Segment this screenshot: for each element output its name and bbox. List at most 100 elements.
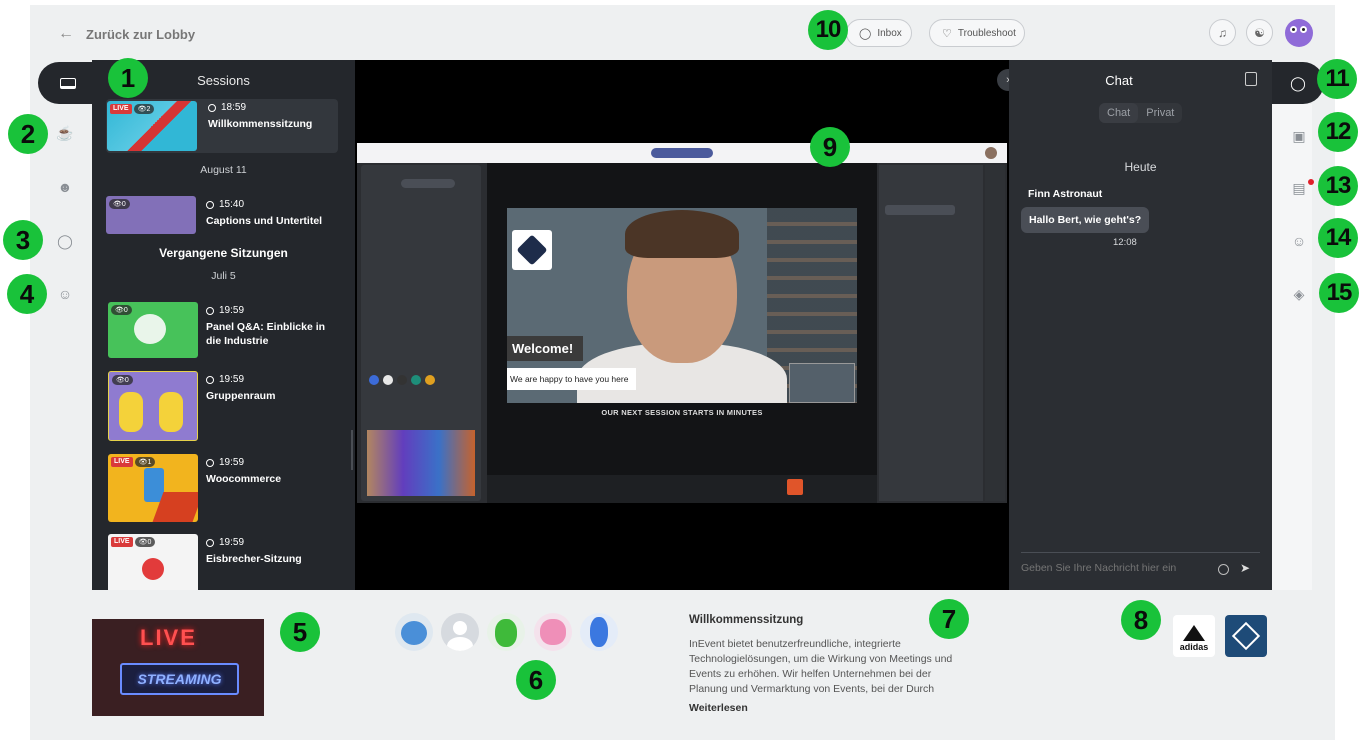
language-globe-icon[interactable]: ☯ <box>1246 19 1273 46</box>
past-sessions-heading: Vergangene Sitzungen <box>159 246 288 260</box>
embedded-right-rail <box>985 165 1005 501</box>
group-icon[interactable]: ☺ <box>1284 226 1314 256</box>
session-about-text: InEvent bietet benutzerfreundliche, inte… <box>689 638 953 695</box>
person-placeholder-head <box>453 621 467 635</box>
session-card[interactable]: 👁0 19:59 Panel Q&A: Einblicke in die Ind… <box>102 302 337 362</box>
sessions-scrollbar[interactable] <box>351 430 353 470</box>
stop-stream-icon <box>787 479 803 495</box>
clock-icon <box>206 375 214 384</box>
tab-chat[interactable]: Chat <box>1099 103 1139 123</box>
notifications-bell-icon[interactable]: ♫ <box>1209 19 1236 46</box>
chat-bubbles-icon: ◯ <box>1290 74 1306 91</box>
embedded-color-swatches <box>369 375 379 385</box>
presenter-icon[interactable]: ▣ <box>1284 121 1314 151</box>
session-time: 19:59 <box>206 305 244 316</box>
embedded-tabs <box>401 179 455 188</box>
embedded-avatar <box>985 147 997 159</box>
session-card[interactable]: LIVE 👁0 19:59 Eisbrecher-Sitzung <box>102 534 337 590</box>
arrow-left-icon: ← <box>58 25 74 42</box>
user-avatar[interactable] <box>1285 19 1313 47</box>
date-label-upcoming: August 11 <box>200 164 247 176</box>
session-thumbnail: 👁0 <box>108 302 198 358</box>
date-label-past: Juli 5 <box>211 270 236 282</box>
chat-timestamp: 12:08 <box>1113 237 1137 248</box>
character-graphic <box>142 558 164 580</box>
viewer-count: 👁0 <box>134 537 156 547</box>
globe-icon[interactable]: ◯ <box>50 226 80 256</box>
group-icon[interactable]: ☺ <box>50 279 80 309</box>
clock-icon <box>206 458 214 467</box>
participant-avatar[interactable] <box>534 613 572 651</box>
overlay-subtitle: We are happy to have you here <box>507 368 637 390</box>
clock-icon <box>206 538 214 547</box>
marker-4: 4 <box>7 274 47 314</box>
picture-in-picture <box>789 363 855 403</box>
chat-day-label: Heute <box>1124 160 1157 174</box>
poll-icon[interactable]: ▤ <box>1284 173 1314 203</box>
rail-item-chat[interactable]: ◯ <box>1272 62 1324 104</box>
inbox-button[interactable]: ◯ Inbox <box>846 19 912 47</box>
session-thumbnail: 👁0 <box>106 196 196 234</box>
chat-message-input[interactable] <box>1021 562 1211 574</box>
read-more-link[interactable]: Weiterlesen <box>689 702 748 714</box>
troubleshoot-label: Troubleshoot <box>957 27 1016 39</box>
sponsor-logo-inevent[interactable] <box>1225 615 1267 657</box>
embedded-studio-sidebar <box>361 165 481 501</box>
session-time: 18:59 <box>208 102 246 113</box>
live-badge: LIVE <box>110 104 132 114</box>
session-name: Willkommenssitzung <box>208 118 313 130</box>
sponsor-name: adidas <box>1179 642 1209 652</box>
rail-item-sessions[interactable] <box>38 62 98 104</box>
viewer-count: 👁0 <box>112 375 133 385</box>
layers-icon[interactable]: ◈ <box>1284 279 1314 309</box>
back-to-lobby-link[interactable]: ← Zurück zur Lobby <box>58 25 195 43</box>
adidas-stripes-icon <box>1183 625 1205 641</box>
session-name: Woocommerce <box>206 473 282 485</box>
marker-8: 8 <box>1121 600 1161 640</box>
heart-pulse-icon: ♡ <box>942 27 952 40</box>
session-time: 19:59 <box>206 537 244 548</box>
participant-avatar[interactable] <box>580 613 618 651</box>
sessions-panel: Sessions LIVE 👁2 18:59 Willkommenssitzun… <box>92 60 355 590</box>
document-icon[interactable] <box>1245 72 1257 86</box>
marker-5: 5 <box>280 612 320 652</box>
person-placeholder-body <box>447 637 473 651</box>
neon-live-text: LIVE <box>140 625 197 650</box>
green-monster-graphic <box>495 619 517 647</box>
participant-avatar[interactable] <box>395 613 433 651</box>
session-about-title: Willkommenssitzung <box>689 614 804 626</box>
embedded-chat <box>879 165 983 501</box>
embedded-studio: Welcome! We are happy to have you here O… <box>357 163 1007 503</box>
session-name: Captions und Untertitel <box>206 215 323 227</box>
marker-1: 1 <box>108 58 148 98</box>
session-card-current[interactable]: LIVE 👁2 18:59 Willkommenssitzung <box>106 99 338 153</box>
troubleshoot-button[interactable]: ♡ Troubleshoot <box>929 19 1025 47</box>
video-player[interactable]: Recording Welcome! We are happy to have … <box>355 60 1009 590</box>
session-card[interactable]: LIVE 👁1 19:59 Woocommerce <box>102 454 337 522</box>
embedded-stage: Welcome! We are happy to have you here O… <box>487 163 877 503</box>
coffee-icon[interactable]: ☕ <box>50 118 80 148</box>
notification-dot <box>1308 179 1314 185</box>
session-thumbnail: LIVE 👁1 <box>108 454 198 522</box>
participant-avatar[interactable] <box>441 613 479 651</box>
pink-monster-graphic <box>540 619 566 645</box>
clock-icon <box>208 103 216 112</box>
chat-tabs: Chat Privat <box>1099 103 1183 123</box>
session-thumbnail: LIVE 👁2 <box>107 101 197 151</box>
chat-bubble-graphic <box>134 314 166 344</box>
inevent-diamond-icon <box>1231 621 1261 651</box>
session-card[interactable]: 👁0 19:59 Gruppenraum <box>102 371 337 441</box>
participant-avatar[interactable] <box>487 613 525 651</box>
session-thumbnail: LIVE 👁0 <box>108 534 198 590</box>
marker-6: 6 <box>516 660 556 700</box>
blue-monster-graphic <box>590 617 608 647</box>
send-icon[interactable]: ➤ <box>1240 561 1250 575</box>
tab-private[interactable]: Privat <box>1138 103 1182 123</box>
emoji-icon[interactable] <box>1218 564 1229 575</box>
viewer-count: 👁0 <box>109 199 130 209</box>
sponsor-logo-adidas[interactable]: adidas <box>1173 615 1215 657</box>
people-icon[interactable]: ☻ <box>50 172 80 202</box>
session-time: 15:40 <box>206 199 244 210</box>
session-time: 19:59 <box>206 374 244 385</box>
marker-13: 13 <box>1318 166 1358 206</box>
